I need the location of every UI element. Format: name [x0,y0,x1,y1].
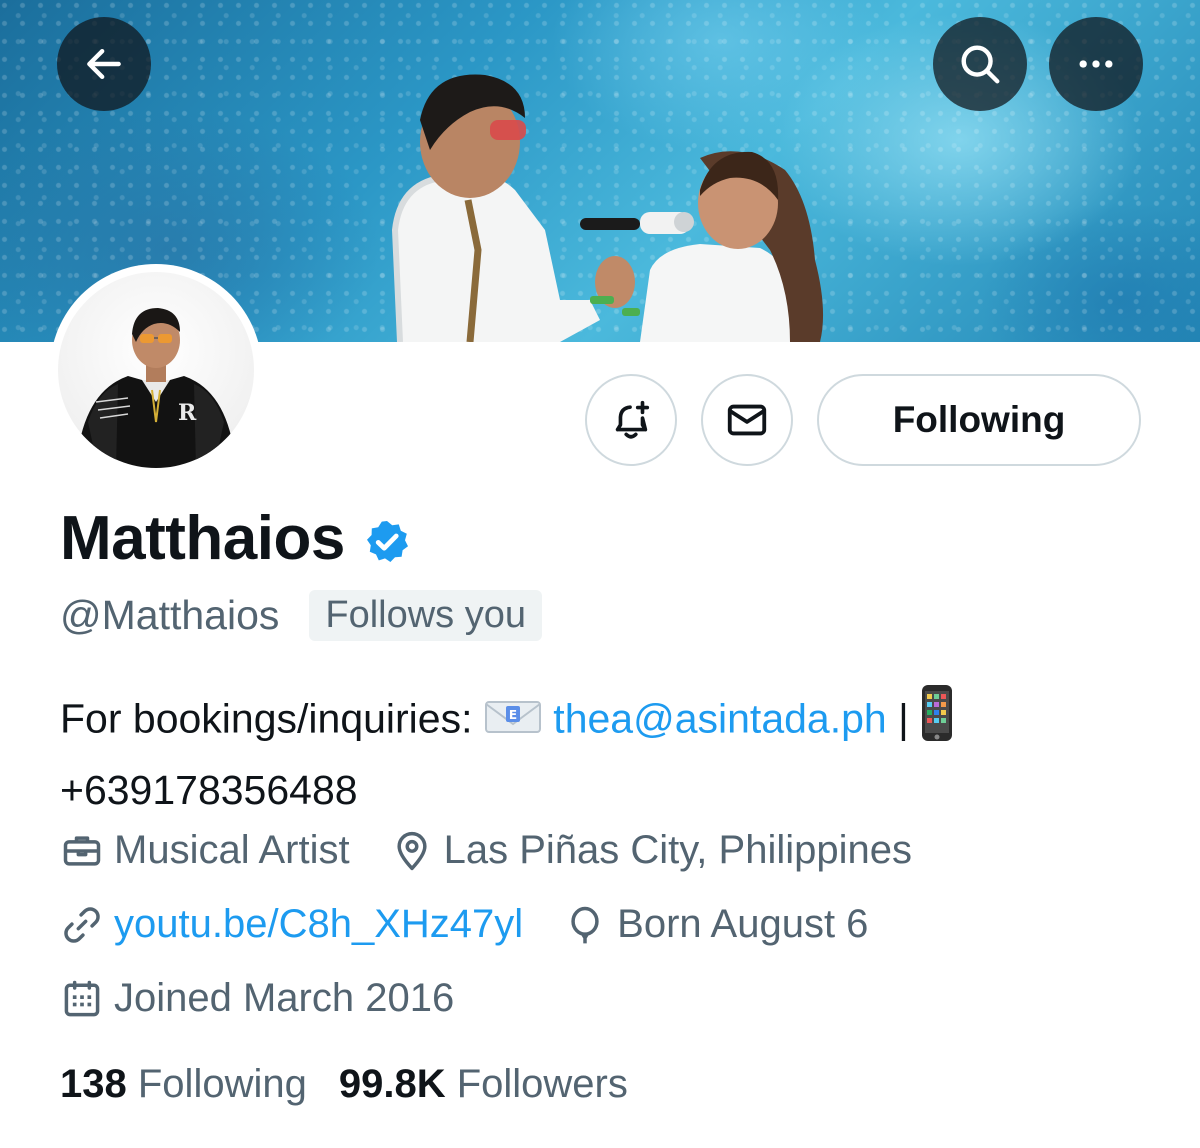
category-item: Musical Artist [60,828,350,873]
more-options-button[interactable] [1049,17,1143,111]
following-stat-label: Following [137,1062,307,1106]
follows-you-badge: Follows you [309,590,543,641]
profile-avatar[interactable]: R [50,264,262,476]
profile-meta-row-2: youtu.be/C8h_XHz47yl Born August 6 [60,902,908,947]
bio-email-link[interactable]: thea@asintada.ph [553,695,886,741]
handle-row: @Matthaios Follows you [60,590,543,641]
profile-name-row: Matthaios [60,503,411,574]
follow-stats: 138 Following 99.8K Followers [60,1062,660,1107]
followers-count: 99.8K [338,1062,446,1106]
followers-stat-label: Followers [456,1062,628,1106]
following-stat[interactable]: 138 Following [60,1062,307,1107]
search-icon [961,45,1000,84]
display-name: Matthaios [60,504,345,573]
balloon-icon [571,906,599,943]
back-button[interactable] [57,17,151,111]
avatar-person-image: R [76,308,236,468]
more-horizontal-icon [1079,60,1113,68]
location-item: Las Piñas City, Philippines [390,828,912,873]
bell-plus-icon [615,400,650,439]
followers-stat[interactable]: 99.8K Followers [339,1062,628,1107]
bio-prefix: For bookings/inquiries: [60,695,473,742]
user-handle: @Matthaios [60,592,280,638]
verified-badge-icon [366,520,408,562]
category-label: Musical Artist [114,828,350,872]
svg-text:E: E [509,708,517,722]
search-button[interactable] [933,17,1027,111]
bio-separator: | [898,695,909,742]
envelope-icon [727,404,767,436]
mobile-phone-emoji [920,684,954,759]
birthday-item: Born August 6 [563,902,868,947]
svg-text:R: R [178,400,197,426]
link-icon [64,906,100,943]
profile-bio: For bookings/inquiries: E thea@asintada.… [60,684,1150,821]
following-count: 138 [60,1062,127,1106]
profile-meta-row-3: Joined March 2016 [60,976,494,1021]
bio-phone: +639178356488 [60,767,358,813]
avatar-photo: R [58,272,254,468]
arrow-left-icon [87,48,121,80]
briefcase-icon [63,835,101,866]
location-label: Las Piñas City, Philippines [443,828,912,872]
profile-meta-row-1: Musical Artist Las Piñas City, Philippin… [60,828,952,873]
message-button[interactable] [701,374,793,466]
joined-item: Joined March 2016 [60,976,454,1021]
website-item[interactable]: youtu.be/C8h_XHz47yl [60,902,523,947]
following-button[interactable]: Following [817,374,1141,466]
website-link[interactable]: youtu.be/C8h_XHz47yl [114,902,523,947]
e-mail-emoji: E [484,691,542,753]
birthday-label: Born August 6 [617,902,869,946]
joined-label: Joined March 2016 [114,976,455,1020]
calendar-icon [64,980,100,1016]
notifications-button[interactable] [585,374,677,466]
location-pin-icon [397,831,427,870]
